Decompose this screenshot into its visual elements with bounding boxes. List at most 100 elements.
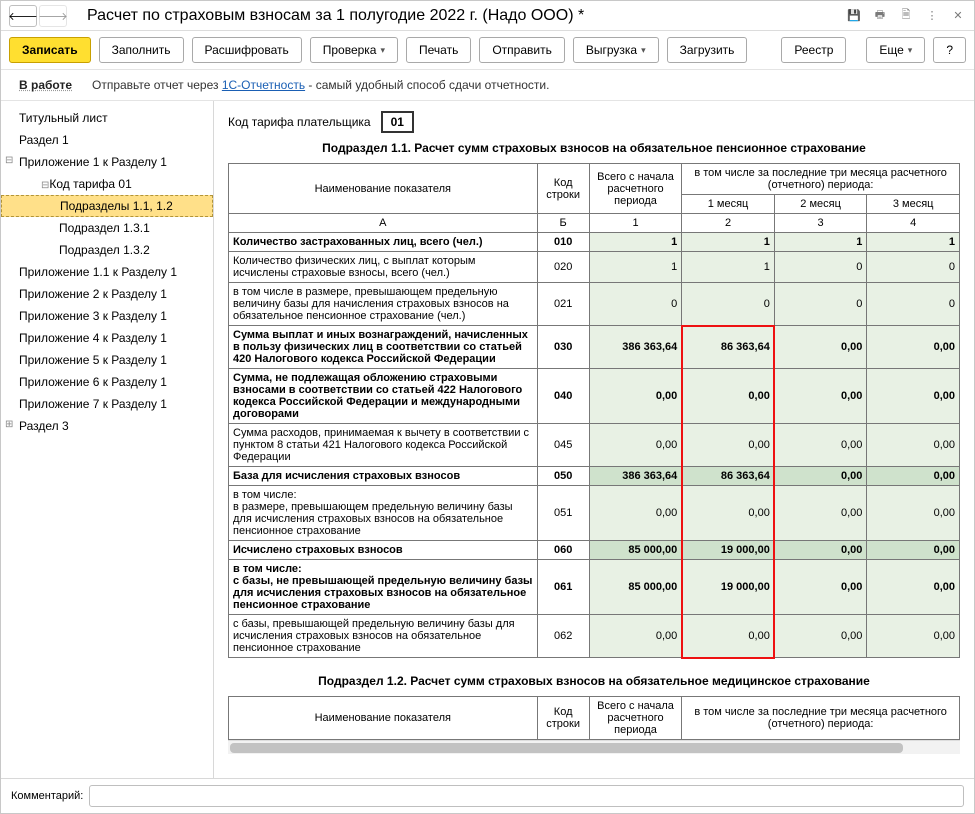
tree-item[interactable]: Приложение 2 к Разделу 1 <box>1 283 213 305</box>
cell-value[interactable]: 0,00 <box>682 369 775 424</box>
cell-value[interactable]: 0,00 <box>867 560 960 615</box>
tree-item[interactable]: Приложение 1.1 к Разделу 1 <box>1 261 213 283</box>
cell-value[interactable]: 0,00 <box>589 424 682 467</box>
export-button[interactable]: Выгрузка <box>573 37 659 63</box>
row-code: 010 <box>537 233 589 252</box>
1c-report-link[interactable]: 1С-Отчетность <box>222 78 305 92</box>
tree-item[interactable]: Приложение 1 к Разделу 1 <box>1 151 213 173</box>
cell-value[interactable]: 0,00 <box>682 615 775 658</box>
nav-back-button[interactable]: 🡐 <box>9 5 37 27</box>
menu-icon[interactable]: ⋮ <box>924 8 940 24</box>
cell-value[interactable]: 1 <box>682 233 775 252</box>
cell-value[interactable]: 1 <box>589 252 682 283</box>
tree-item[interactable]: Раздел 3 <box>1 415 213 437</box>
comment-input[interactable] <box>89 785 964 807</box>
cell-value[interactable]: 0,00 <box>774 424 867 467</box>
tree-item[interactable]: Подраздел 1.3.1 <box>1 217 213 239</box>
tree-item[interactable]: Приложение 7 к Разделу 1 <box>1 393 213 415</box>
cell-value[interactable]: 86 363,64 <box>682 326 775 369</box>
cell-value[interactable]: 0,00 <box>589 486 682 541</box>
preview-icon[interactable]: 🗎 <box>898 8 914 24</box>
load-button[interactable]: Загрузить <box>667 37 748 63</box>
table-row: Сумма расходов, принимаемая к вычету в с… <box>229 424 960 467</box>
cell-value[interactable]: 0,00 <box>682 486 775 541</box>
row-name: Сумма, не подлежащая обложению страховым… <box>229 369 538 424</box>
write-button[interactable]: Записать <box>9 37 91 63</box>
more-button[interactable]: Еще <box>866 37 925 63</box>
tree-item[interactable]: Раздел 1 <box>1 129 213 151</box>
row-code: 021 <box>537 283 589 326</box>
help-button[interactable]: ? <box>933 37 966 63</box>
cell-value[interactable]: 19 000,00 <box>682 560 775 615</box>
col-last3: в том числе за последние три месяца расч… <box>682 164 960 195</box>
status-link[interactable]: В работе <box>19 78 72 92</box>
save-icon[interactable]: 💾 <box>846 8 862 24</box>
tree-item[interactable]: Титульный лист <box>1 107 213 129</box>
col-code: Код строки <box>537 164 589 214</box>
footer: Комментарий: <box>1 778 974 813</box>
cell-value[interactable]: 1 <box>682 252 775 283</box>
row-name: База для исчисления страховых взносов <box>229 467 538 486</box>
cell-value[interactable]: 0 <box>867 283 960 326</box>
cell-value[interactable]: 0,00 <box>867 467 960 486</box>
tariff-value[interactable]: 01 <box>381 111 414 133</box>
cell-value[interactable]: 0 <box>867 252 960 283</box>
cell-value[interactable]: 1 <box>589 233 682 252</box>
cell-value[interactable]: 0,00 <box>774 615 867 658</box>
cell-value[interactable]: 0,00 <box>867 615 960 658</box>
row-name: Исчислено страховых взносов <box>229 541 538 560</box>
cell-value[interactable]: 0 <box>589 283 682 326</box>
tree-item[interactable]: Подразделы 1.1, 1.2 <box>1 195 213 217</box>
cell-value[interactable]: 85 000,00 <box>589 541 682 560</box>
check-button[interactable]: Проверка <box>310 37 398 63</box>
cell-value[interactable]: 0,00 <box>774 467 867 486</box>
cell-value[interactable]: 0,00 <box>589 369 682 424</box>
cell-value[interactable]: 0,00 <box>867 541 960 560</box>
tree-item[interactable]: Приложение 6 к Разделу 1 <box>1 371 213 393</box>
table-row: Количество застрахованных лиц, всего (че… <box>229 233 960 252</box>
cell-value[interactable]: 0 <box>774 283 867 326</box>
row-code: 051 <box>537 486 589 541</box>
cell-value[interactable]: 19 000,00 <box>682 541 775 560</box>
cell-value[interactable]: 0,00 <box>774 541 867 560</box>
tree-item[interactable]: Подраздел 1.3.2 <box>1 239 213 261</box>
close-icon[interactable]: ✕ <box>950 8 966 24</box>
fill-button[interactable]: Заполнить <box>99 37 184 63</box>
cell-value[interactable]: 86 363,64 <box>682 467 775 486</box>
cell-value[interactable]: 0,00 <box>774 369 867 424</box>
table-row: База для исчисления страховых взносов050… <box>229 467 960 486</box>
report-table-1-2: Наименование показателя Код строки Всего… <box>228 696 960 740</box>
cell-value[interactable]: 0 <box>774 252 867 283</box>
tree-item[interactable]: Приложение 3 к Разделу 1 <box>1 305 213 327</box>
cell-value[interactable]: 0,00 <box>589 615 682 658</box>
registry-button[interactable]: Реестр <box>781 37 846 63</box>
report-content: Код тарифа плательщика 01 Подраздел 1.1.… <box>214 101 974 778</box>
cell-value[interactable]: 0,00 <box>867 369 960 424</box>
cell-value[interactable]: 0 <box>682 283 775 326</box>
row-name: Сумма расходов, принимаемая к вычету в с… <box>229 424 538 467</box>
cell-value[interactable]: 0,00 <box>682 424 775 467</box>
row-name: в том числе: в размере, превышающем пред… <box>229 486 538 541</box>
cell-value[interactable]: 0,00 <box>774 560 867 615</box>
cell-value[interactable]: 1 <box>867 233 960 252</box>
cell-value[interactable]: 0,00 <box>867 326 960 369</box>
cell-value[interactable]: 0,00 <box>867 424 960 467</box>
cell-value[interactable]: 0,00 <box>867 486 960 541</box>
tree-item[interactable]: Приложение 5 к Разделу 1 <box>1 349 213 371</box>
tree-item[interactable]: Приложение 4 к Разделу 1 <box>1 327 213 349</box>
print-icon[interactable]: 🖶 <box>872 8 888 24</box>
section-1-1-title: Подраздел 1.1. Расчет сумм страховых взн… <box>228 141 960 155</box>
send-button[interactable]: Отправить <box>479 37 565 63</box>
cell-value[interactable]: 386 363,64 <box>589 467 682 486</box>
tree-item[interactable]: Код тарифа 01 <box>1 173 213 195</box>
cell-value[interactable]: 0,00 <box>774 486 867 541</box>
cell-value[interactable]: 0,00 <box>774 326 867 369</box>
nav-forward-button[interactable]: 🡒 <box>39 5 67 27</box>
decode-button[interactable]: Расшифровать <box>192 37 302 63</box>
cell-value[interactable]: 386 363,64 <box>589 326 682 369</box>
print-button[interactable]: Печать <box>406 37 471 63</box>
horizontal-scrollbar[interactable] <box>228 740 960 754</box>
row-name: Количество застрахованных лиц, всего (че… <box>229 233 538 252</box>
cell-value[interactable]: 1 <box>774 233 867 252</box>
cell-value[interactable]: 85 000,00 <box>589 560 682 615</box>
